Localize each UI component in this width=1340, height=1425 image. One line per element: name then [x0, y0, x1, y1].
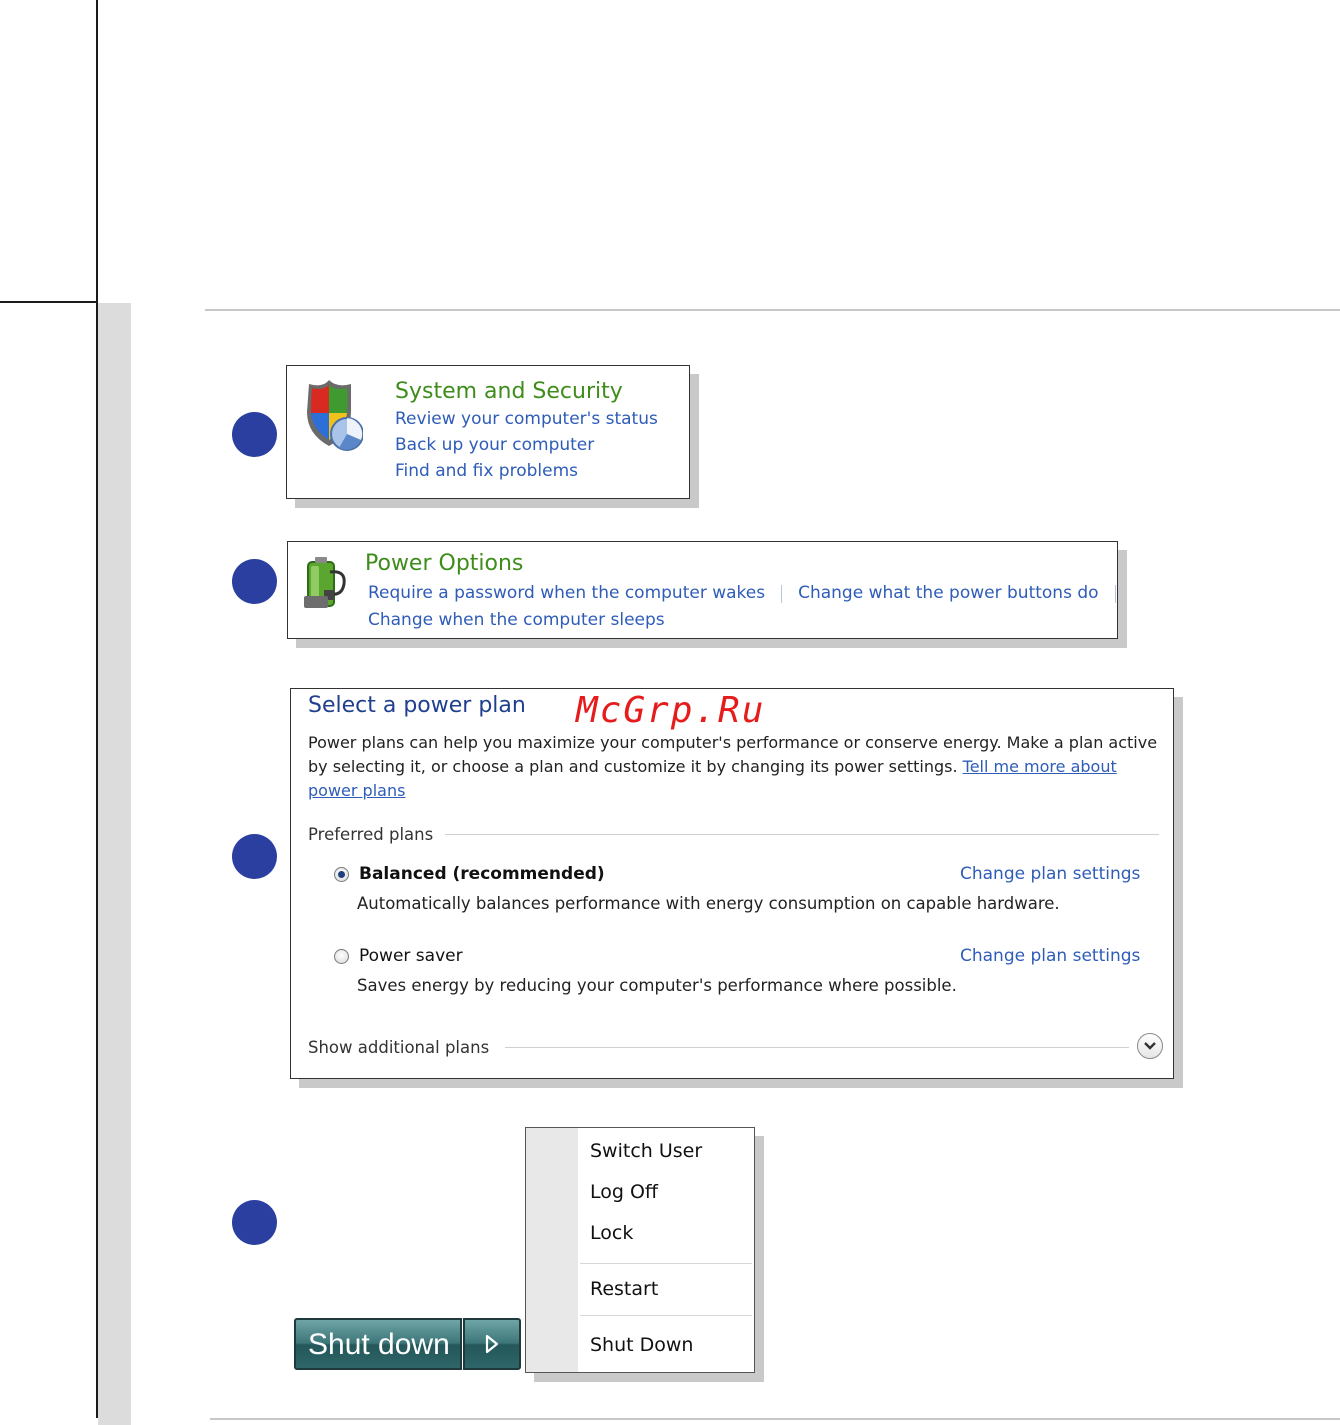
power-saver-plan-description: Saves energy by reducing your computer's…	[357, 976, 957, 995]
shutdown-button[interactable]: Shut down	[294, 1318, 462, 1370]
power-options-panel: Power Options Require a password when th…	[287, 541, 1118, 639]
step-marker-1	[232, 412, 277, 457]
link-separator	[1114, 584, 1116, 603]
bottom-rule	[210, 1418, 1340, 1420]
power-saver-plan-name[interactable]: Power saver	[359, 944, 463, 968]
sleep-settings-link[interactable]: Change when the computer sleeps	[368, 607, 665, 633]
step-marker-3	[232, 834, 277, 879]
menu-separator	[580, 1315, 752, 1316]
menu-icon-strip	[526, 1128, 578, 1372]
watermark: McGrp.Ru	[576, 690, 766, 731]
step-marker-4	[232, 1200, 277, 1245]
margin-band	[98, 303, 131, 1425]
power-plan-panel: Select a power plan Power plans can help…	[290, 688, 1174, 1079]
require-password-link[interactable]: Require a password when the computer wak…	[368, 583, 765, 603]
backup-link[interactable]: Back up your computer	[395, 432, 658, 458]
find-fix-link[interactable]: Find and fix problems	[395, 458, 658, 484]
power-plan-description: Power plans can help you maximize your c…	[308, 733, 1158, 800]
menu-item-log-off[interactable]: Log Off	[590, 1179, 658, 1205]
menu-separator	[580, 1263, 752, 1264]
additional-plans-divider	[505, 1047, 1129, 1048]
margin-tick	[0, 301, 98, 303]
shutdown-menu: Switch User Log Off Lock Restart Shut Do…	[525, 1127, 755, 1373]
power-saver-radio[interactable]	[334, 949, 349, 964]
balanced-plan-name[interactable]: Balanced (recommended)	[359, 862, 605, 886]
battery-plug-icon	[300, 552, 350, 612]
shield-icon	[303, 378, 364, 458]
menu-item-switch-user[interactable]: Switch User	[590, 1138, 702, 1164]
link-separator	[781, 584, 783, 603]
balanced-radio[interactable]	[334, 867, 349, 882]
chevron-down-icon	[1144, 1042, 1156, 1050]
preferred-plans-divider	[445, 834, 1159, 835]
menu-item-restart[interactable]: Restart	[590, 1276, 658, 1302]
balanced-change-settings-link[interactable]: Change plan settings	[960, 862, 1140, 886]
power-options-title[interactable]: Power Options	[365, 550, 523, 578]
preferred-plans-label: Preferred plans	[308, 825, 434, 844]
power-buttons-link[interactable]: Change what the power buttons do	[798, 583, 1098, 603]
menu-item-shut-down[interactable]: Shut Down	[590, 1332, 693, 1358]
balanced-plan-description: Automatically balances performance with …	[357, 894, 1060, 913]
system-security-panel: System and Security Review your computer…	[286, 365, 690, 499]
page-title: Select a power plan	[308, 693, 526, 718]
top-rule	[205, 309, 1340, 311]
power-saver-change-settings-link[interactable]: Change plan settings	[960, 944, 1140, 968]
shutdown-button-label: Shut down	[308, 1328, 450, 1361]
shutdown-options-button[interactable]	[463, 1318, 521, 1370]
menu-item-lock[interactable]: Lock	[590, 1220, 633, 1246]
system-security-title[interactable]: System and Security	[395, 378, 658, 406]
arrow-right-icon	[485, 1334, 499, 1354]
expand-plans-button[interactable]	[1137, 1033, 1163, 1059]
additional-plans-label: Show additional plans	[308, 1038, 490, 1057]
step-marker-2	[232, 559, 277, 604]
review-status-link[interactable]: Review your computer's status	[395, 406, 658, 432]
